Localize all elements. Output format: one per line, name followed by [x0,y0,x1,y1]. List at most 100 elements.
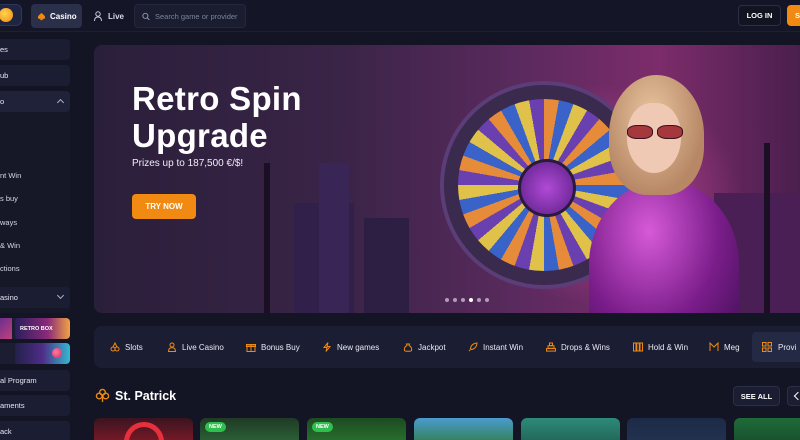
category-label: Meg [724,342,740,352]
game-tile[interactable] [734,418,800,440]
lightning-icon [322,342,332,352]
category-label: Slots [125,342,143,352]
carousel-dot-active[interactable] [469,298,473,302]
category-label: Instant Win [483,342,524,352]
sidebar-subitem-megaways[interactable]: ways [0,214,70,230]
category-bar: Slots Live Casino Bonus Buy New games Ja… [94,326,800,368]
try-now-button[interactable]: TRY NOW [132,194,196,219]
spade-icon [37,12,46,20]
sidebar-item-label: aments [0,401,25,410]
carousel-dots [445,298,489,302]
woman-illustration [589,75,739,313]
new-badge: NEW [205,422,226,432]
sidebar-subitem-label: ctions [0,263,20,273]
jacket-shape [589,180,739,313]
game-tile[interactable] [414,418,513,440]
sidebar-item-favourites[interactable]: es [0,39,70,60]
category-slots[interactable]: Slots [110,326,143,368]
coins-icon [633,342,643,352]
sidebar-item-label: al Program [0,376,37,385]
category-label: Hold & Win [648,342,689,352]
category-live-casino[interactable]: Live Casino [167,326,224,368]
category-megaways[interactable]: Meg [709,326,745,368]
promo-label: RETRO BOX [20,326,53,332]
sidebar-subitem-instant-win[interactable]: nt Win [0,167,70,183]
banner-title-line: Retro Spin [132,80,302,117]
nav-casino-tab[interactable]: Casino [31,4,82,28]
carousel-dot[interactable] [461,298,465,302]
palm-tree [764,143,770,313]
sidebar-subitem-collections[interactable]: ctions [0,260,70,276]
chevron-down-icon [56,291,65,300]
gift-icon [246,344,256,352]
login-button[interactable]: LOG IN [738,5,781,26]
sidebar-item-live-casino[interactable]: asino [0,287,70,308]
category-label: Drops & Wins [561,342,610,352]
sidebar-item-cashback[interactable]: ack [0,421,70,440]
signup-button[interactable]: S [787,5,800,26]
promo-retro-box-banner: RETRO BOX [15,318,70,339]
category-bonus-buy[interactable]: Bonus Buy [246,326,300,368]
promo-retro-box[interactable]: RETRO BOX [0,318,70,339]
game-tile[interactable] [521,418,620,440]
carousel-dot[interactable] [477,298,481,302]
chevron-up-icon [56,98,65,107]
carousel-prev-button[interactable] [787,386,800,406]
nav-live-label: Live [108,11,125,21]
mega-icon [709,342,719,351]
category-drops-wins[interactable]: Drops & Wins [546,326,610,368]
new-badge: NEW [312,422,333,432]
category-new-games[interactable]: New games [322,326,379,368]
promo-thumbnail [0,318,12,339]
category-instant-win[interactable]: Instant Win [468,326,523,368]
sidebar-item-label: ack [0,427,12,436]
category-jackpot[interactable]: Jackpot [403,326,446,368]
sidebar-item-label: ub [0,71,9,80]
search-box[interactable] [134,4,246,28]
top-bar: Casino Live LOG IN S [0,0,800,32]
carousel-dot[interactable] [485,298,489,302]
sidebar-item-label: es [0,45,8,54]
banner-subtitle: Prizes up to 187,500 €/$! [132,158,244,169]
sunglasses-shape [625,125,685,139]
sidebar-item-referral-program[interactable]: al Program [0,370,70,391]
nav-casino-label: Casino [50,11,77,21]
sidebar-subitem-label: s buy [0,193,18,203]
hero-banner[interactable]: Retro Spin Upgrade Prizes up to 187,500 … [94,45,800,313]
category-label: New games [337,342,380,352]
promo-tournament[interactable] [0,343,70,364]
banner-title-line: Upgrade [132,117,268,154]
carousel-dot[interactable] [445,298,449,302]
search-input[interactable] [155,11,245,21]
city-building [319,163,349,313]
see-all-button[interactable]: SEE ALL [733,386,780,406]
category-hold-win[interactable]: Hold & Win [633,326,688,368]
sidebar-item-tournaments[interactable]: aments [0,395,70,416]
sidebar-item-club[interactable]: ub [0,65,70,86]
sidebar-subitem-label: ways [0,217,18,227]
game-tile[interactable]: NEW [200,418,299,440]
sidebar-subitem-hold-win[interactable]: & Win [0,237,70,253]
sidebar-subitem-label: nt Win [0,170,22,180]
carousel-dot[interactable] [453,298,457,302]
banner-title: Retro Spin Upgrade [132,80,302,154]
sidebar-item-label: o [0,97,5,106]
search-icon [142,12,150,20]
game-tile[interactable] [94,418,193,440]
money-bag-icon [403,343,413,352]
site-logo[interactable] [0,4,22,26]
providers-label: Provi [778,342,797,352]
game-tile[interactable]: NEW [307,418,406,440]
sidebar-subitem-bonus-buy[interactable]: s buy [0,190,70,206]
sidebar-subitem-label: & Win [0,240,21,250]
category-label: Live Casino [182,342,224,352]
clover-icon [95,388,110,403]
sidebar-item-casino[interactable]: o [0,91,70,112]
nav-live-tab[interactable]: Live [93,4,124,28]
game-tile[interactable] [627,418,726,440]
palm-tree [264,163,270,313]
city-building [364,218,409,313]
providers-button[interactable]: Provi [752,332,800,362]
location-pin-icon [52,348,62,358]
rocket-icon [468,342,478,352]
